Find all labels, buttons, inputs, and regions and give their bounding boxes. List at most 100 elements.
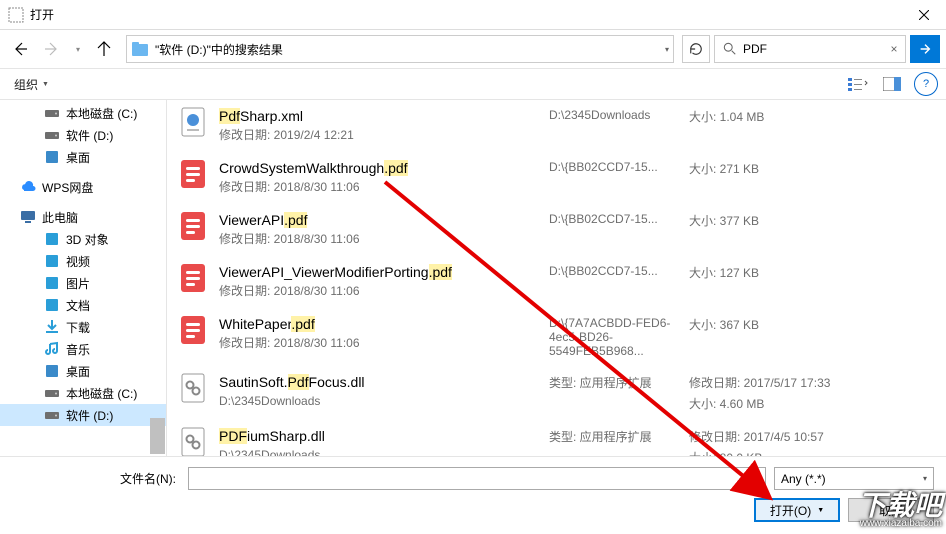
sidebar-item[interactable]: 此电脑 <box>0 206 166 228</box>
file-col-size: 大小: 377 KB <box>689 210 936 248</box>
sidebar-item[interactable]: 文档 <box>0 294 166 316</box>
dialog-body: 本地磁盘 (C:) 软件 (D:) 桌面 WPS网盘此电脑 3D 对象视频图片文档下载音… <box>0 100 946 456</box>
file-col-path: D:\{BB02CCD7-15... <box>549 158 689 196</box>
file-col-size: 大小: 271 KB <box>689 158 936 196</box>
file-icon <box>177 106 209 138</box>
sidebar-item-label: 本地磁盘 (C:) <box>66 385 137 402</box>
address-dropdown-icon[interactable]: ▾ <box>665 45 669 54</box>
file-col-size: 大小: 127 KB <box>689 262 936 300</box>
file-col-size: 大小: 1.04 MB <box>689 106 936 144</box>
file-row[interactable]: PDFiumSharp.dll D:\2345Downloads 类型: 应用程… <box>167 420 946 456</box>
search-go-button[interactable] <box>910 35 940 63</box>
sidebar-item-label: 桌面 <box>66 363 90 380</box>
open-button[interactable]: 打开(O) ▼ <box>754 498 840 522</box>
filename-input[interactable] <box>188 467 766 490</box>
file-name: PdfSharp.xml <box>219 106 549 126</box>
cancel-button-label: 取消 <box>879 502 903 519</box>
file-col-path: D:\{BB02CCD7-15... <box>549 262 689 300</box>
file-name: SautinSoft.PdfFocus.dll <box>219 372 549 392</box>
sidebar-item-label: 此电脑 <box>42 209 78 226</box>
file-meta: 修改日期: 2019/2/4 12:21 <box>219 126 549 144</box>
split-chevron-icon: ▼ <box>817 507 824 514</box>
file-col-size: 修改日期: 2017/4/5 10:57大小: 80.0 KB <box>689 426 936 456</box>
file-row[interactable]: ViewerAPI.pdf 修改日期: 2018/8/30 11:06 D:\{… <box>167 204 946 256</box>
sidebar-item-label: 图片 <box>66 275 90 292</box>
sidebar-item[interactable]: 本地磁盘 (C:) <box>0 382 166 404</box>
cancel-button[interactable]: 取消 <box>848 498 934 522</box>
file-icon <box>177 210 209 242</box>
sidebar-item[interactable]: 视频 <box>0 250 166 272</box>
toolbar: 组织 ▼ ? <box>0 68 946 100</box>
forward-button[interactable] <box>38 35 66 63</box>
file-col-path: D:\{BB02CCD7-15... <box>549 210 689 248</box>
preview-pane-button[interactable] <box>876 72 908 96</box>
file-row[interactable]: PdfSharp.xml 修改日期: 2019/2/4 12:21 D:\234… <box>167 100 946 152</box>
sidebar-item[interactable]: 3D 对象 <box>0 228 166 250</box>
sidebar-item-label: 下载 <box>66 319 90 336</box>
sidebar-item[interactable]: WPS网盘 <box>0 176 166 198</box>
help-button[interactable]: ? <box>914 72 938 96</box>
navbar: ▾ "软件 (D:)"中的搜索结果 ▾ PDF × <box>0 30 946 68</box>
file-meta: 修改日期: 2018/8/30 11:06 <box>219 178 549 196</box>
arrow-right-icon <box>44 41 60 57</box>
refresh-button[interactable] <box>682 35 710 63</box>
file-name: ViewerAPI_ViewerModifierPorting.pdf <box>219 262 549 282</box>
file-list[interactable]: PdfSharp.xml 修改日期: 2019/2/4 12:21 D:\234… <box>167 100 946 456</box>
organize-label: 组织 <box>14 76 38 93</box>
file-icon <box>177 372 209 404</box>
file-meta: 修改日期: 2018/8/30 11:06 <box>219 230 549 248</box>
chevron-down-icon: ▼ <box>42 81 49 88</box>
arrow-right-icon <box>918 42 932 56</box>
file-meta: D:\2345Downloads <box>219 392 549 410</box>
titlebar: 打开 <box>0 0 946 30</box>
history-dropdown[interactable]: ▾ <box>70 35 86 63</box>
search-value: PDF <box>743 42 883 56</box>
file-row[interactable]: ViewerAPI_ViewerModifierPorting.pdf 修改日期… <box>167 256 946 308</box>
preview-pane-icon <box>883 77 901 91</box>
file-name: CrowdSystemWalkthrough.pdf <box>219 158 549 178</box>
file-col-path: D:\2345Downloads <box>549 106 689 144</box>
search-icon <box>723 42 737 56</box>
up-button[interactable] <box>90 35 118 63</box>
sidebar-item[interactable]: 本地磁盘 (C:) <box>0 102 166 124</box>
navigation-pane[interactable]: 本地磁盘 (C:) 软件 (D:) 桌面 WPS网盘此电脑 3D 对象视频图片文档下载音… <box>0 100 167 456</box>
chevron-down-icon: ▾ <box>923 474 927 483</box>
sidebar-item[interactable]: 音乐 <box>0 338 166 360</box>
file-col-path: 类型: 应用程序扩展 <box>549 426 689 456</box>
organize-menu[interactable]: 组织 ▼ <box>8 73 55 96</box>
file-col-path: D:\{7A7ACBDD-FED6-4ec5-BD26-5549FEB5B968… <box>549 314 689 358</box>
window-title: 打开 <box>30 6 901 23</box>
sidebar-item[interactable]: 软件 (D:) <box>0 404 166 426</box>
search-clear-button[interactable]: × <box>883 42 905 56</box>
address-bar[interactable]: "软件 (D:)"中的搜索结果 ▾ <box>126 35 674 63</box>
arrow-up-icon <box>96 41 112 57</box>
file-row[interactable]: SautinSoft.PdfFocus.dll D:\2345Downloads… <box>167 366 946 420</box>
address-path: "软件 (D:)"中的搜索结果 <box>155 41 659 58</box>
close-button[interactable] <box>901 0 946 30</box>
sidebar-item-label: 音乐 <box>66 341 90 358</box>
file-row[interactable]: CrowdSystemWalkthrough.pdf 修改日期: 2018/8/… <box>167 152 946 204</box>
file-meta: 修改日期: 2018/8/30 11:06 <box>219 282 549 300</box>
sidebar-item-label: 软件 (D:) <box>66 127 113 144</box>
file-col-size: 大小: 367 KB <box>689 314 936 358</box>
footer: 文件名(N): Any (*.*) ▾ 打开(O) ▼ 取消 <box>0 456 946 534</box>
sidebar-item[interactable]: 软件 (D:) <box>0 124 166 146</box>
sidebar-item[interactable]: 桌面 <box>0 146 166 168</box>
sidebar-item-label: 3D 对象 <box>66 231 109 248</box>
filename-label: 文件名(N): <box>12 470 180 487</box>
back-button[interactable] <box>6 35 34 63</box>
search-input[interactable]: PDF × <box>714 35 906 63</box>
view-mode-button[interactable] <box>842 72 874 96</box>
file-name: ViewerAPI.pdf <box>219 210 549 230</box>
sidebar-item[interactable]: 桌面 <box>0 360 166 382</box>
filetype-filter[interactable]: Any (*.*) ▾ <box>774 467 934 490</box>
sidebar-item-label: 文档 <box>66 297 90 314</box>
open-button-label: 打开(O) <box>770 502 811 519</box>
app-icon <box>8 7 24 23</box>
sidebar-item[interactable]: 下载 <box>0 316 166 338</box>
scrollbar-thumb[interactable] <box>150 418 165 454</box>
file-icon <box>177 426 209 456</box>
file-row[interactable]: WhitePaper.pdf 修改日期: 2018/8/30 11:06 D:\… <box>167 308 946 366</box>
file-icon <box>177 314 209 346</box>
sidebar-item[interactable]: 图片 <box>0 272 166 294</box>
